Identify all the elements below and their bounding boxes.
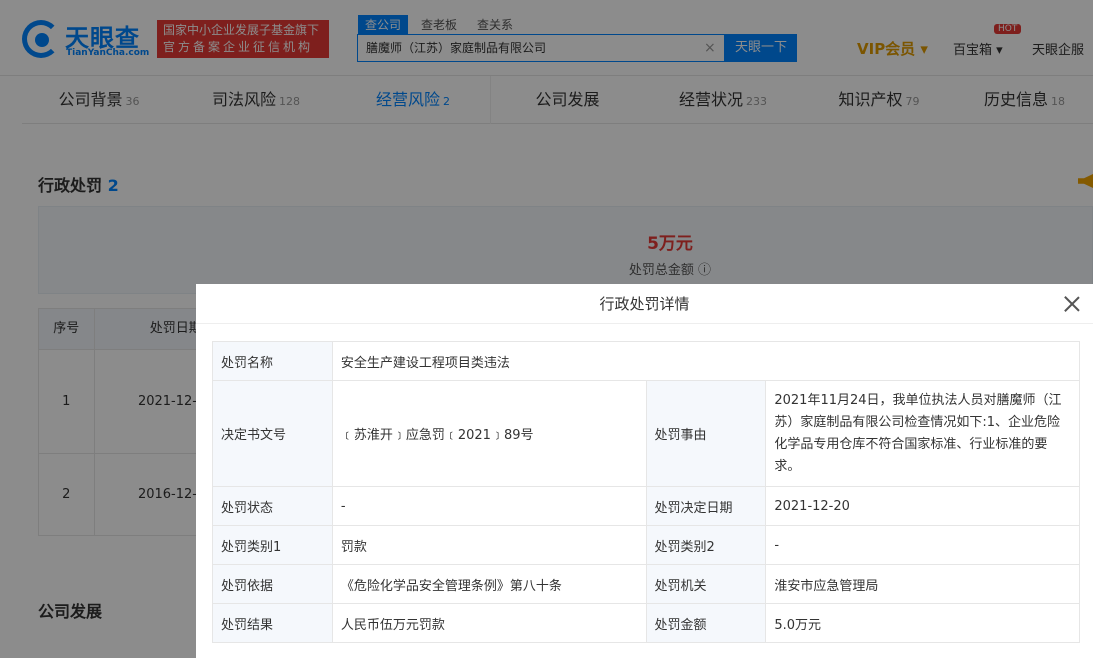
modal-header: 行政处罚详情 — [196, 284, 1093, 324]
field-value: - — [765, 525, 1080, 565]
field-label: 处罚结果 — [212, 603, 333, 643]
field-label: 处罚类别2 — [645, 525, 767, 565]
field-value: 《危险化学品安全管理条例》第八十条 — [331, 564, 647, 604]
field-value: 淮安市应急管理局 — [765, 564, 1080, 604]
field-value: 罚款 — [331, 525, 647, 565]
field-value: ﹝苏淮开﹞应急罚﹝2021﹞89号 — [331, 380, 647, 487]
field-label: 处罚状态 — [212, 486, 333, 526]
field-value: 5.0万元 — [765, 603, 1080, 643]
field-value: 2021-12-20 — [765, 486, 1080, 526]
penalty-detail-modal: 行政处罚详情 处罚名称 安全生产建设工程项目类违法 决定书文号 ﹝苏淮开﹞应急罚… — [196, 284, 1093, 658]
detail-row: 处罚结果 人民币伍万元罚款 处罚金额 5.0万元 — [212, 603, 1080, 643]
field-label: 处罚名称 — [212, 341, 333, 381]
field-label: 处罚金额 — [645, 603, 767, 643]
field-label: 处罚事由 — [645, 380, 767, 487]
detail-row: 处罚名称 安全生产建设工程项目类违法 — [212, 341, 1081, 381]
field-label: 处罚机关 — [645, 564, 767, 604]
modal-title: 行政处罚详情 — [599, 295, 690, 313]
close-icon[interactable] — [1060, 292, 1084, 316]
detail-row: 处罚状态 - 处罚决定日期 2021-12-20 — [212, 486, 1080, 526]
field-value: - — [331, 486, 647, 526]
detail-row: 决定书文号 ﹝苏淮开﹞应急罚﹝2021﹞89号 处罚事由 2021年11月24日… — [212, 380, 1080, 487]
penalty-detail-table: 处罚名称 安全生产建设工程项目类违法 决定书文号 ﹝苏淮开﹞应急罚﹝2021﹞8… — [212, 341, 1081, 643]
detail-row: 处罚类别1 罚款 处罚类别2 - — [212, 525, 1080, 565]
field-value: 人民币伍万元罚款 — [331, 603, 647, 643]
field-label: 处罚决定日期 — [645, 486, 767, 526]
detail-row: 处罚依据 《危险化学品安全管理条例》第八十条 处罚机关 淮安市应急管理局 — [212, 564, 1080, 604]
field-value: 安全生产建设工程项目类违法 — [331, 341, 1081, 381]
field-label: 处罚类别1 — [212, 525, 333, 565]
field-label: 决定书文号 — [212, 380, 333, 487]
field-label: 处罚依据 — [212, 564, 333, 604]
field-value: 2021年11月24日，我单位执法人员对膳魔师（江苏）家庭制品有限公司检查情况如… — [765, 380, 1080, 487]
